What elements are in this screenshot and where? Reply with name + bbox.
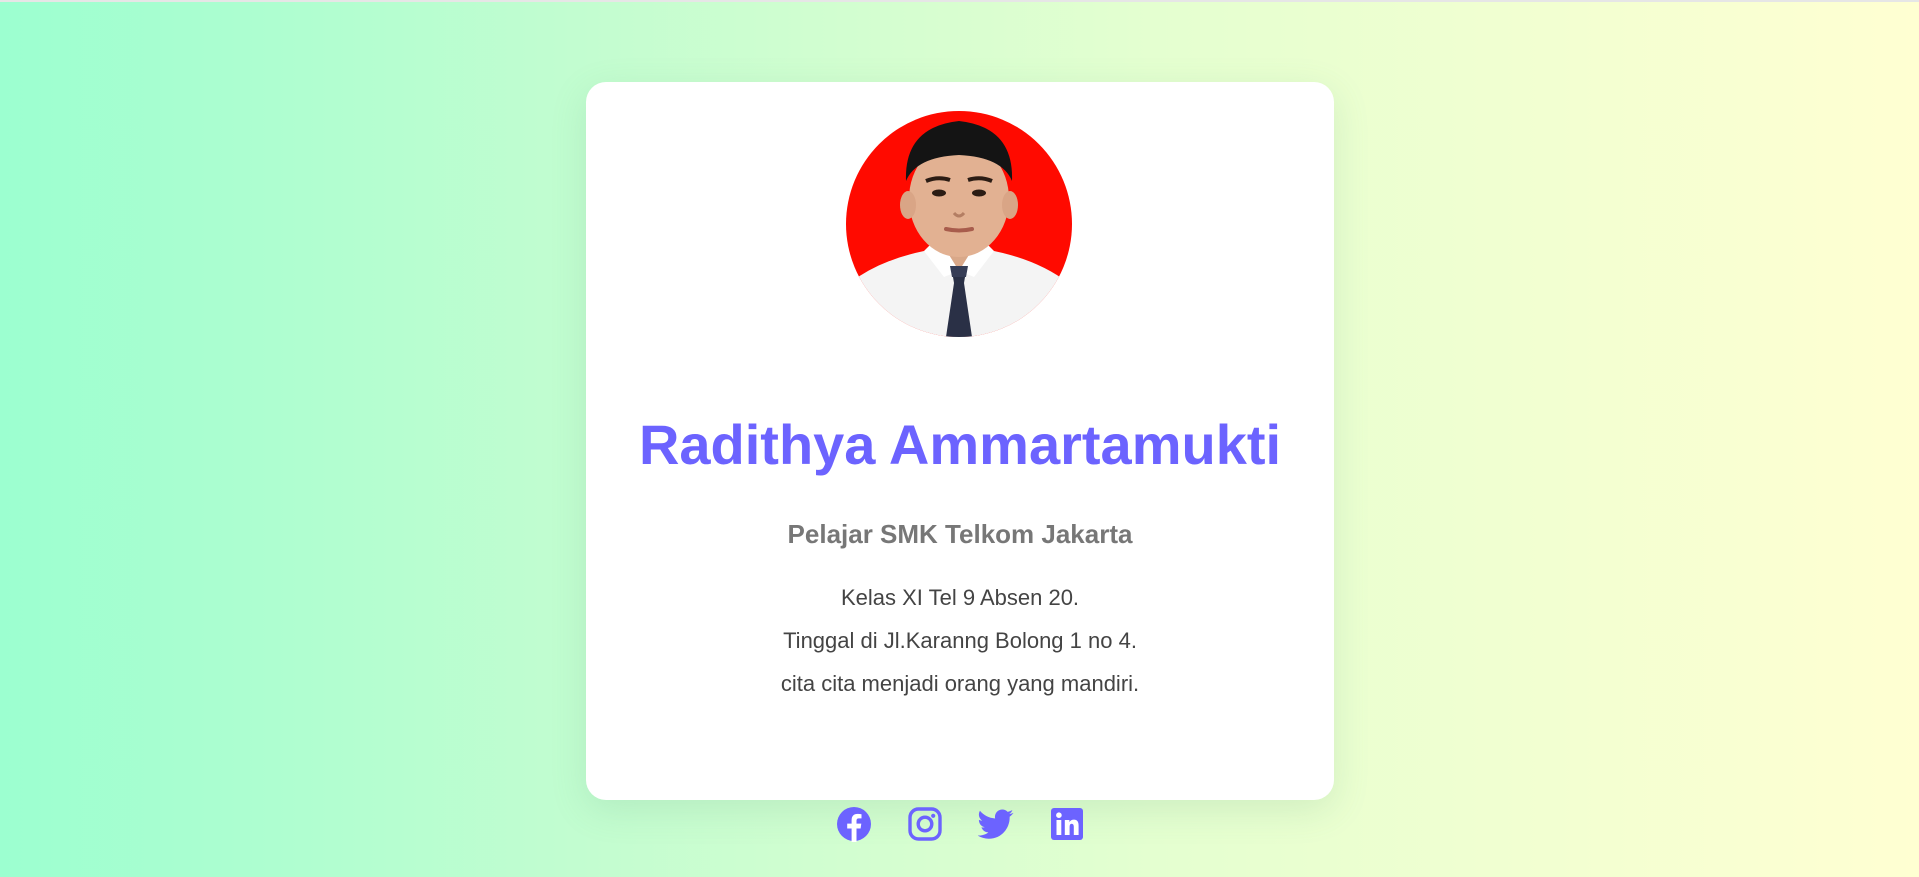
profile-card: Radithya Ammartamukti Pelajar SMK Telkom…: [586, 82, 1334, 842]
instagram-link[interactable]: [907, 806, 943, 842]
profile-role: Pelajar SMK Telkom Jakarta: [787, 519, 1133, 549]
twitter-icon: [978, 809, 1014, 839]
profile-description-line: cita cita menjadi orang yang mandiri.: [780, 671, 1140, 696]
profile-photo: [846, 111, 1072, 337]
linkedin-icon: [1051, 808, 1083, 840]
facebook-icon: [837, 807, 871, 842]
profile-description-line: Kelas XI Tel 9 Absen 20.: [840, 585, 1080, 610]
twitter-link[interactable]: [978, 806, 1014, 842]
profile-photo-illustration: [846, 111, 1072, 337]
linkedin-link[interactable]: [1049, 806, 1085, 842]
facebook-link[interactable]: [836, 806, 872, 842]
instagram-icon: [908, 807, 942, 841]
profile-name: Radithya Ammartamukti: [638, 413, 1282, 476]
profile-description-line: Tinggal di Jl.Karanng Bolong 1 no 4.: [783, 628, 1137, 653]
browser-top-border: [0, 0, 1919, 2]
